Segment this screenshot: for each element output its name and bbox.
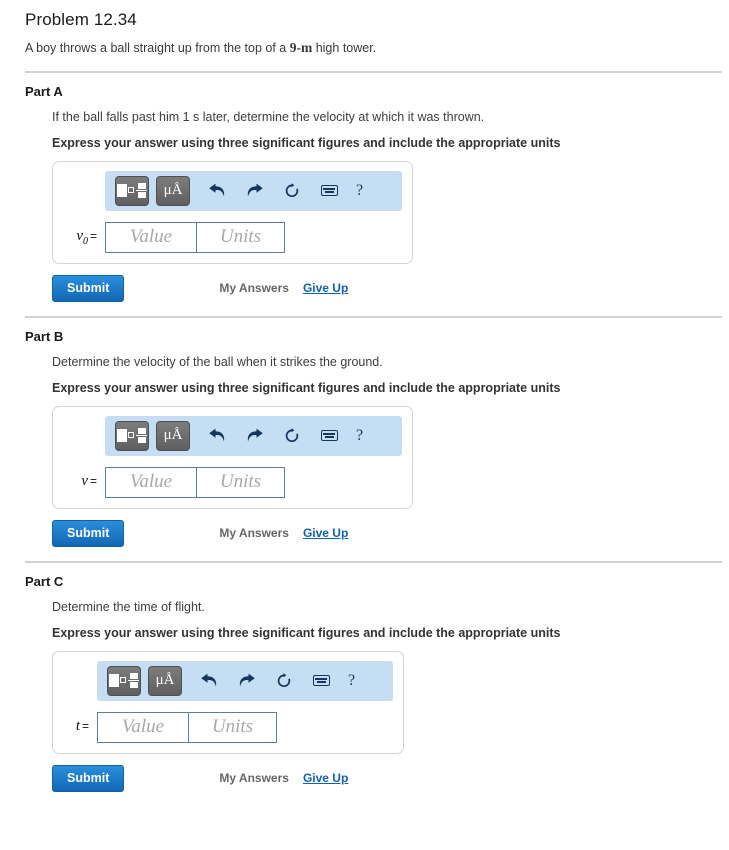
submit-button-b[interactable]: Submit <box>52 519 125 547</box>
input-row-b: v = Value Units <box>63 466 402 498</box>
answer-box-b: μÅ ? v = Value Units <box>52 405 413 509</box>
description-unit: 9-m <box>289 40 313 55</box>
variable-label-b: v = <box>81 472 97 489</box>
units-button[interactable]: μÅ <box>156 175 190 206</box>
template-button[interactable] <box>115 420 149 451</box>
part-question-c: Determine the time of flight. <box>52 599 205 614</box>
mu-angstrom-icon: μÅ <box>155 672 175 689</box>
answer-toolbar-c: μÅ ? <box>97 660 393 701</box>
mu-angstrom-icon: μÅ <box>163 182 183 199</box>
template-button[interactable] <box>107 665 141 696</box>
units-input-b[interactable]: Units <box>197 466 285 498</box>
part-instruction-a: Express your answer using three signific… <box>52 135 561 150</box>
input-row-c: t = Value Units <box>63 711 393 743</box>
submit-button-a[interactable]: Submit <box>52 274 125 302</box>
redo-icon[interactable] <box>232 673 262 689</box>
help-icon[interactable]: ? <box>356 427 363 445</box>
help-icon[interactable]: ? <box>356 182 363 200</box>
give-up-link-c[interactable]: Give Up <box>303 771 348 785</box>
description-text-after: high tower. <box>312 41 377 55</box>
submit-row-a: Submit My Answers Give Up <box>0 274 729 302</box>
mu-angstrom-icon: μÅ <box>163 427 183 444</box>
keyboard-icon[interactable] <box>306 675 336 687</box>
keyboard-icon[interactable] <box>314 430 344 442</box>
reset-icon[interactable] <box>278 182 306 199</box>
part-label-b: Part B <box>25 328 64 344</box>
problem-description: A boy throws a ball straight up from the… <box>0 30 729 57</box>
variable-label-c: t = <box>75 717 89 734</box>
give-up-link-b[interactable]: Give Up <box>303 526 348 540</box>
description-text-before: A boy throws a ball straight up from the… <box>25 41 290 55</box>
template-icon <box>117 183 147 199</box>
part-question-b: Determine the velocity of the ball when … <box>52 354 383 369</box>
help-icon[interactable]: ? <box>348 672 355 690</box>
part-instruction-c: Express your answer using three signific… <box>52 625 561 640</box>
units-input-a[interactable]: Units <box>197 221 285 253</box>
part-label-a: Part A <box>25 83 63 99</box>
submit-row-b: Submit My Answers Give Up <box>0 519 729 547</box>
units-input-c[interactable]: Units <box>189 711 277 743</box>
undo-icon[interactable] <box>194 673 224 689</box>
keyboard-icon[interactable] <box>314 185 344 197</box>
submit-row-c: Submit My Answers Give Up <box>0 764 729 792</box>
redo-icon[interactable] <box>240 428 270 444</box>
part-label-c: Part C <box>25 573 64 589</box>
part-instruction-b: Express your answer using three signific… <box>52 380 561 395</box>
give-up-link-a[interactable]: Give Up <box>303 281 348 295</box>
value-input-c[interactable]: Value <box>97 711 189 743</box>
reset-icon[interactable] <box>278 427 306 444</box>
units-button[interactable]: μÅ <box>156 420 190 451</box>
value-input-b[interactable]: Value <box>105 466 197 498</box>
answer-toolbar-a: μÅ ? <box>105 170 402 211</box>
answer-toolbar-b: μÅ ? <box>105 415 402 456</box>
submit-button-c[interactable]: Submit <box>52 764 125 792</box>
reset-icon[interactable] <box>270 672 298 689</box>
my-answers-link-a[interactable]: My Answers <box>219 281 289 295</box>
my-answers-link-b[interactable]: My Answers <box>219 526 289 540</box>
template-button[interactable] <box>115 175 149 206</box>
units-button[interactable]: μÅ <box>148 665 182 696</box>
problem-page: Problem 12.34 A boy throws a ball straig… <box>0 0 729 792</box>
input-row-a: v0 = Value Units <box>63 221 402 253</box>
redo-icon[interactable] <box>240 183 270 199</box>
template-icon <box>117 428 147 444</box>
undo-icon[interactable] <box>202 183 232 199</box>
template-icon <box>109 673 139 689</box>
undo-icon[interactable] <box>202 428 232 444</box>
my-answers-link-c[interactable]: My Answers <box>219 771 289 785</box>
variable-label-a: v0 = <box>76 227 97 247</box>
value-input-a[interactable]: Value <box>105 221 197 253</box>
answer-box-c: μÅ ? t = Value Units <box>52 650 404 754</box>
part-question-a: If the ball falls past him 1 s later, de… <box>52 109 485 124</box>
answer-box-a: μÅ ? v0 = Value Units <box>52 160 413 264</box>
page-title: Problem 12.34 <box>25 10 137 29</box>
